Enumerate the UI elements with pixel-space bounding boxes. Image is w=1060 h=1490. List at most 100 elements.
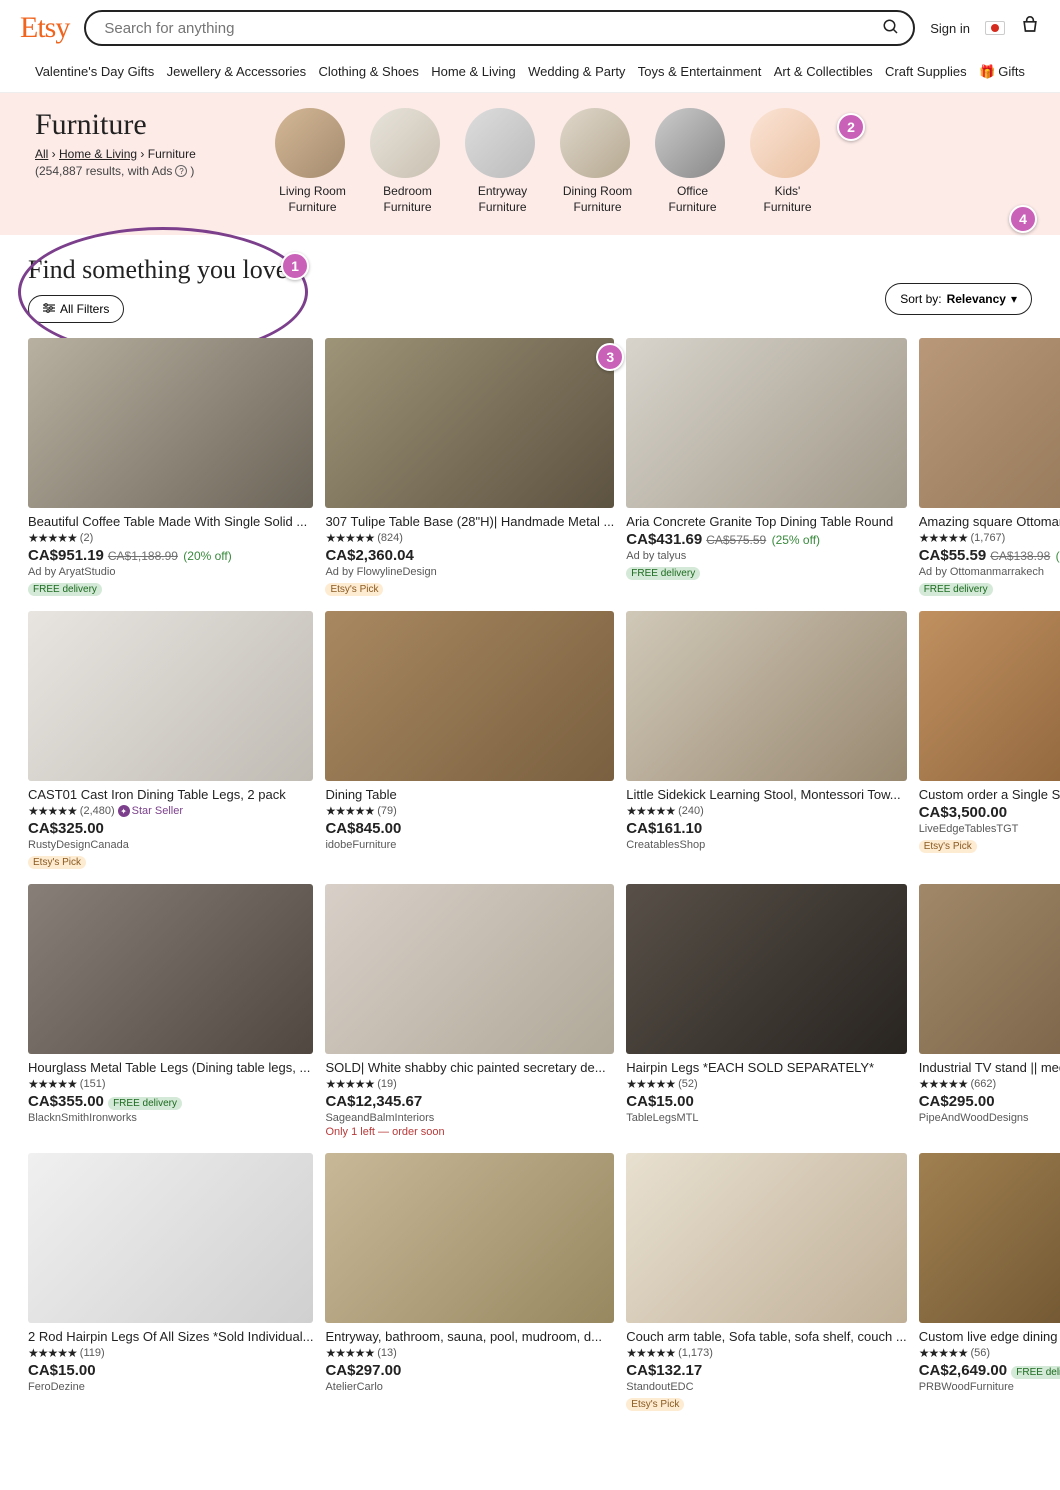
- gift-icon: 🎁: [979, 64, 995, 79]
- sort-button[interactable]: Sort by: Relevancy ▾: [885, 283, 1032, 315]
- product-seller: PipeAndWoodDesigns: [919, 1112, 1060, 1124]
- free-delivery-badge: FREE delivery: [919, 583, 993, 596]
- etsy-pick-badge: Etsy's Pick: [28, 856, 86, 869]
- category-image: [560, 108, 630, 178]
- product-image: [919, 611, 1060, 781]
- product-card[interactable]: CAST01 Cast Iron Dining Table Legs, 2 pa…: [28, 611, 313, 869]
- nav-item[interactable]: Wedding & Party: [528, 64, 625, 80]
- filters-label: All Filters: [60, 302, 109, 316]
- search-icon[interactable]: [882, 18, 900, 41]
- product-image: [919, 1153, 1060, 1323]
- product-card[interactable]: Aria Concrete Granite Top Dining Table R…: [626, 338, 906, 596]
- product-card[interactable]: Industrial TV stand || media console || …: [919, 884, 1060, 1138]
- nav-item[interactable]: Jewellery & Accessories: [167, 64, 306, 80]
- stars-icon: ★★★★★: [28, 804, 77, 818]
- breadcrumb-all[interactable]: All: [35, 147, 48, 161]
- product-card[interactable]: Hairpin Legs *EACH SOLD SEPARATELY*★★★★★…: [626, 884, 906, 1138]
- filters-icon: [43, 302, 55, 316]
- main-nav: Valentine's Day Gifts Jewellery & Accesso…: [0, 56, 1060, 93]
- region-flag-icon[interactable]: [985, 21, 1005, 35]
- nav-item[interactable]: Clothing & Shoes: [318, 64, 418, 80]
- search-input[interactable]: [84, 10, 915, 46]
- product-title: Hairpin Legs *EACH SOLD SEPARATELY*: [626, 1060, 906, 1075]
- review-count: (1,173): [678, 1347, 713, 1359]
- category-image: [750, 108, 820, 178]
- star-seller-badge: ✦Star Seller: [118, 805, 183, 817]
- etsy-pick-badge: Etsy's Pick: [919, 840, 977, 853]
- annotation-badge-1: 1: [281, 252, 309, 280]
- product-card[interactable]: Couch arm table, Sofa table, sofa shelf,…: [626, 1153, 906, 1411]
- product-rating: ★★★★★(79): [325, 804, 614, 818]
- category-label: Dining Room Furniture: [560, 184, 635, 215]
- product-card[interactable]: Custom order a Single Slab Spalted Maple…: [919, 611, 1060, 869]
- free-delivery-badge: FREE delivery: [108, 1097, 182, 1110]
- nav-item[interactable]: Valentine's Day Gifts: [35, 64, 154, 80]
- category-image: [465, 108, 535, 178]
- info-icon[interactable]: ?: [175, 165, 187, 177]
- product-card[interactable]: 2 Rod Hairpin Legs Of All Sizes *Sold In…: [28, 1153, 313, 1411]
- product-card[interactable]: Amazing square Ottoman Pouffe Moroccan l…: [919, 338, 1060, 596]
- breadcrumb-home[interactable]: Home & Living: [59, 147, 137, 161]
- stars-icon: ★★★★★: [626, 1346, 675, 1360]
- product-price: CA$845.00: [325, 820, 614, 837]
- product-title: SOLD| White shabby chic painted secretar…: [325, 1060, 614, 1075]
- product-card[interactable]: Entryway, bathroom, sauna, pool, mudroom…: [325, 1153, 614, 1411]
- category-item[interactable]: Office Furniture: [655, 108, 730, 215]
- annotation-badge-3: 3: [596, 343, 624, 371]
- breadcrumb-current: Furniture: [148, 147, 196, 161]
- product-rating: ★★★★★(1,767): [919, 531, 1060, 545]
- category-item[interactable]: Kids' Furniture: [750, 108, 825, 215]
- product-seller: StandoutEDC: [626, 1381, 906, 1393]
- product-price: CA$2,649.00 FREE delivery: [919, 1362, 1060, 1379]
- logo[interactable]: Etsy: [20, 11, 69, 45]
- product-card[interactable]: Hourglass Metal Table Legs (Dining table…: [28, 884, 313, 1138]
- product-card[interactable]: 3307 Tulipe Table Base (28"H)| Handmade …: [325, 338, 614, 596]
- nav-item[interactable]: Craft Supplies: [885, 64, 967, 80]
- etsy-pick-badge: Etsy's Pick: [626, 1398, 684, 1411]
- signin-link[interactable]: Sign in: [930, 21, 970, 36]
- nav-item[interactable]: Toys & Entertainment: [638, 64, 762, 80]
- category-label: Kids' Furniture: [750, 184, 825, 215]
- nav-item[interactable]: Home & Living: [431, 64, 516, 80]
- product-image: [325, 884, 614, 1054]
- sort-value: Relevancy: [947, 292, 1006, 306]
- review-count: (151): [80, 1078, 106, 1090]
- product-seller: Ad by FlowylineDesign: [325, 566, 614, 578]
- all-filters-button[interactable]: All Filters: [28, 295, 124, 323]
- category-item[interactable]: Entryway Furniture: [465, 108, 540, 215]
- stars-icon: ★★★★★: [28, 1346, 77, 1360]
- review-count: (56): [970, 1347, 990, 1359]
- product-image: [28, 611, 313, 781]
- product-rating: ★★★★★(2,480)✦Star Seller: [28, 804, 313, 818]
- discount: (25% off): [768, 533, 820, 547]
- star-seller-icon: ✦: [118, 805, 130, 817]
- product-card[interactable]: Custom live edge dining tables★★★★★(56)C…: [919, 1153, 1060, 1411]
- nav-item[interactable]: Art & Collectibles: [774, 64, 873, 80]
- product-seller: FeroDezine: [28, 1381, 313, 1393]
- product-card[interactable]: Little Sidekick Learning Stool, Montesso…: [626, 611, 906, 869]
- product-card[interactable]: SOLD| White shabby chic painted secretar…: [325, 884, 614, 1138]
- product-price: CA$431.69CA$575.59 (25% off): [626, 531, 906, 548]
- product-card[interactable]: Dining Table★★★★★(79)CA$845.00idobeFurni…: [325, 611, 614, 869]
- category-item[interactable]: Dining Room Furniture: [560, 108, 635, 215]
- product-price: CA$3,500.00: [919, 804, 1060, 821]
- product-title: Couch arm table, Sofa table, sofa shelf,…: [626, 1329, 906, 1344]
- product-image: [919, 338, 1060, 508]
- etsy-pick-badge: Etsy's Pick: [325, 583, 383, 596]
- product-rating: ★★★★★(824): [325, 531, 614, 545]
- product-card[interactable]: Beautiful Coffee Table Made With Single …: [28, 338, 313, 596]
- stars-icon: ★★★★★: [325, 531, 374, 545]
- product-rating: ★★★★★(2): [28, 531, 313, 545]
- product-seller: PRBWoodFurniture: [919, 1381, 1060, 1393]
- category-item[interactable]: Living Room Furniture: [275, 108, 350, 215]
- cart-icon[interactable]: [1020, 16, 1040, 41]
- product-price: CA$951.19CA$1,188.99 (20% off): [28, 547, 313, 564]
- product-price: CA$297.00: [325, 1362, 614, 1379]
- product-seller: SageandBalmInteriors: [325, 1112, 614, 1124]
- product-rating: ★★★★★(13): [325, 1346, 614, 1360]
- product-rating: ★★★★★(151): [28, 1077, 313, 1091]
- category-item[interactable]: Bedroom Furniture: [370, 108, 445, 215]
- product-price: CA$55.59CA$138.98 (60% off): [919, 547, 1060, 564]
- nav-item[interactable]: 🎁Gifts: [979, 64, 1025, 80]
- annotation-badge-2: 2: [837, 113, 865, 141]
